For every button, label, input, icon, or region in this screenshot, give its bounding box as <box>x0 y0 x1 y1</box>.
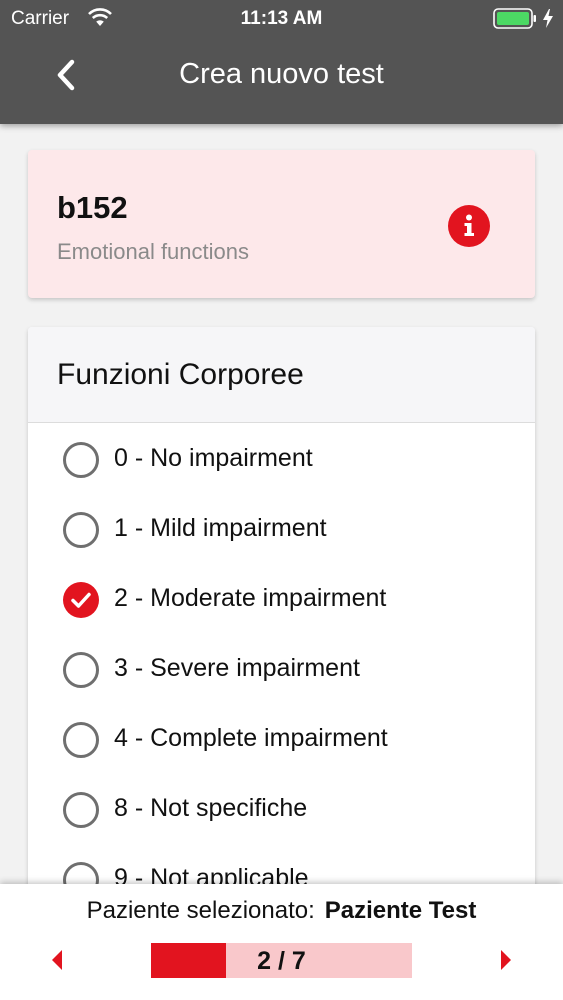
radio-option[interactable]: 1 - Mild impairment <box>28 493 535 563</box>
previous-button[interactable] <box>46 948 68 972</box>
code-title: b152 <box>57 190 128 225</box>
code-card: b152 Emotional functions <box>28 150 535 298</box>
options-header: Funzioni Corporee <box>28 327 535 423</box>
bottom-panel: Paziente selezionato: Paziente Test 2 / 7 <box>0 884 563 1000</box>
radio-unchecked-icon[interactable] <box>63 512 99 548</box>
radio-checked-icon[interactable] <box>63 582 99 618</box>
info-button[interactable] <box>448 205 490 247</box>
radio-option[interactable]: 2 - Moderate impairment <box>28 563 535 633</box>
radio-option-label: 4 - Complete impairment <box>114 724 388 752</box>
radio-option-label: 2 - Moderate impairment <box>114 584 387 612</box>
clock: 11:13 AM <box>240 8 323 29</box>
radio-option-label: 1 - Mild impairment <box>114 514 327 542</box>
options-title: Funzioni Corporee <box>57 358 304 391</box>
patient-name: Paziente Test <box>324 897 477 924</box>
caret-left-icon <box>52 950 62 970</box>
radio-option-label: 3 - Severe impairment <box>114 654 360 682</box>
status-bar: Carrier 11:13 AM <box>0 0 563 38</box>
charging-bolt-icon <box>543 9 553 28</box>
radio-option[interactable]: 8 - Not specifiche <box>28 773 535 843</box>
options-card: Funzioni Corporee 0 - No impairment 1 - M… <box>28 327 535 927</box>
radio-unchecked-icon[interactable] <box>63 792 99 828</box>
radio-option[interactable]: 0 - No impairment <box>28 423 535 493</box>
progress-label: 2 / 7 <box>257 947 306 975</box>
info-icon <box>464 214 474 236</box>
next-button[interactable] <box>495 948 517 972</box>
radio-option-label: 0 - No impairment <box>114 444 313 472</box>
radio-option-label: 8 - Not specifiche <box>114 794 308 822</box>
radio-option[interactable]: 3 - Severe impairment <box>28 633 535 703</box>
radio-unchecked-icon[interactable] <box>63 442 99 478</box>
battery-icon <box>493 8 536 29</box>
navigation-bar: Crea nuovo test <box>0 38 563 124</box>
radio-unchecked-icon[interactable] <box>63 652 99 688</box>
patient-row: Paziente selezionato: Paziente Test <box>0 897 563 925</box>
caret-right-icon <box>501 950 511 970</box>
progress-bar: 2 / 7 <box>151 943 412 978</box>
radio-unchecked-icon[interactable] <box>63 722 99 758</box>
radio-option[interactable]: 4 - Complete impairment <box>28 703 535 773</box>
options-list: 0 - No impairment 1 - Mild impairment 2 - … <box>28 423 535 913</box>
top-bar: Carrier 11:13 AM Crea nuovo test <box>0 0 563 124</box>
page-title: Crea nuovo test <box>179 58 384 90</box>
code-description: Emotional functions <box>57 239 249 264</box>
patient-label: Paziente selezionato: <box>86 897 315 924</box>
